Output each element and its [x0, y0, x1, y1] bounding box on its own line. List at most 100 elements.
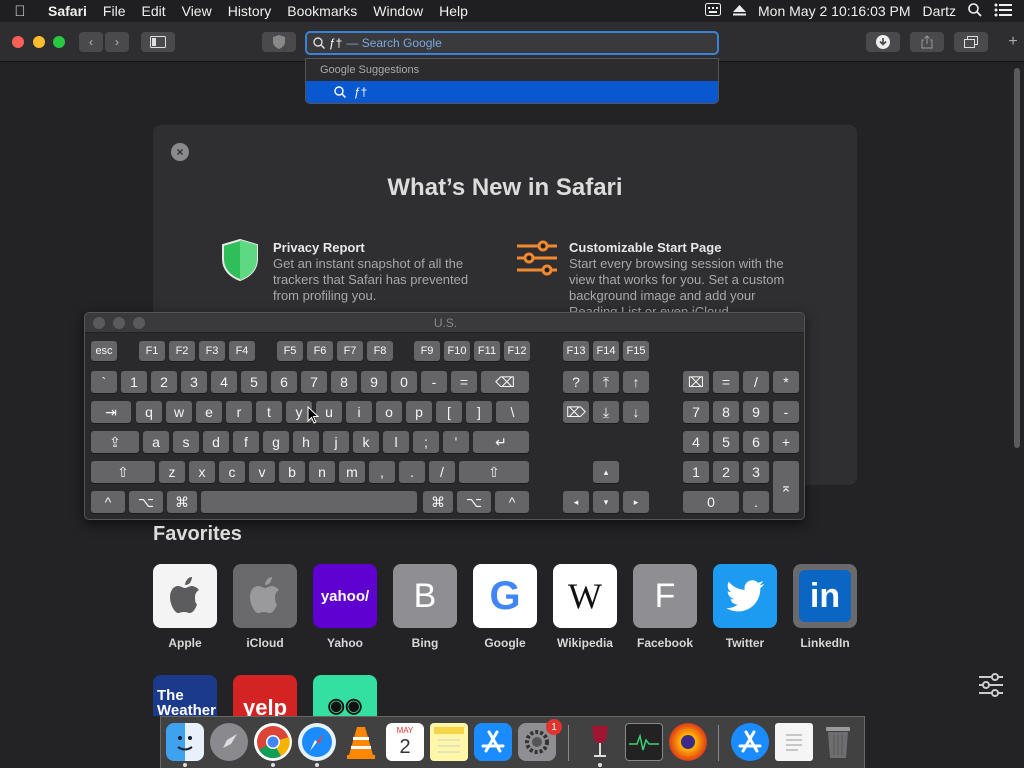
wine-icon[interactable]	[581, 723, 619, 761]
key-e[interactable]: e	[196, 401, 222, 423]
key-page-down[interactable]: ↓	[623, 401, 649, 423]
favorite-bing[interactable]: B Bing	[393, 564, 457, 650]
favorite-wikipedia[interactable]: W Wikipedia	[553, 564, 617, 650]
key-n[interactable]: n	[309, 461, 335, 483]
share-button[interactable]	[910, 32, 944, 52]
privacy-report-button[interactable]	[262, 32, 296, 52]
menu-file[interactable]: File	[95, 0, 134, 22]
sidebar-button[interactable]	[141, 32, 175, 52]
keyboard-minimize-button[interactable]	[113, 317, 125, 329]
menubar-clock[interactable]: Mon May 2 10:16:03 PM	[758, 3, 911, 19]
favorite-tripadvisor[interactable]: ◉◉	[313, 675, 377, 716]
key-page-up[interactable]: ↑	[623, 371, 649, 393]
back-button[interactable]: ‹	[79, 32, 103, 52]
keyboard-zoom-button[interactable]	[133, 317, 145, 329]
key-left-bracket[interactable]: [	[436, 401, 462, 423]
key-6[interactable]: 6	[271, 371, 297, 393]
key-s[interactable]: s	[173, 431, 199, 453]
eject-icon[interactable]	[733, 3, 747, 19]
menu-app-name[interactable]: Safari	[40, 0, 95, 22]
key-slash[interactable]: /	[429, 461, 455, 483]
menu-view[interactable]: View	[174, 0, 220, 22]
key-f10[interactable]: F10	[444, 341, 470, 361]
key-f14[interactable]: F14	[593, 341, 619, 361]
key-right-shift[interactable]: ⇧	[459, 461, 529, 483]
key-num-5[interactable]: 5	[713, 431, 739, 453]
key-7[interactable]: 7	[301, 371, 327, 393]
favorite-google[interactable]: G Google	[473, 564, 537, 650]
key-return[interactable]: ↵	[473, 431, 529, 453]
key-a[interactable]: a	[143, 431, 169, 453]
calendar-icon[interactable]: MAY 2	[386, 723, 424, 761]
key-f7[interactable]: F7	[337, 341, 363, 361]
key-num-3[interactable]: 3	[743, 461, 769, 483]
key-h[interactable]: h	[293, 431, 319, 453]
keyboard-viewer-icon[interactable]	[705, 3, 722, 19]
key-num-2[interactable]: 2	[713, 461, 739, 483]
launchpad-icon[interactable]	[210, 723, 248, 761]
menu-help[interactable]: Help	[431, 0, 476, 22]
tab-overview-button[interactable]	[954, 32, 988, 52]
keyboard-viewer-title[interactable]: U.S.	[85, 313, 804, 333]
key-x[interactable]: x	[189, 461, 215, 483]
key-left-command[interactable]: ⌘	[167, 491, 197, 513]
key-f3[interactable]: F3	[199, 341, 225, 361]
key-num-8[interactable]: 8	[713, 401, 739, 423]
menu-edit[interactable]: Edit	[133, 0, 173, 22]
key-arrow-right[interactable]: ▸	[623, 491, 649, 513]
key-num-divide[interactable]: /	[743, 371, 769, 393]
notification-center-icon[interactable]	[994, 3, 1012, 20]
key-0[interactable]: 0	[391, 371, 417, 393]
key-right-control[interactable]: ^	[495, 491, 529, 513]
key-num-enter[interactable]: ⌅	[773, 461, 799, 513]
key-left-shift[interactable]: ⇧	[91, 461, 155, 483]
key-t[interactable]: t	[256, 401, 282, 423]
key-f5[interactable]: F5	[277, 341, 303, 361]
menu-history[interactable]: History	[220, 0, 280, 22]
keyboard-viewer-window[interactable]: U.S. esc F1 F2 F3 F4 F5 F6 F7 F8 F9 F10 …	[84, 312, 805, 520]
key-f8[interactable]: F8	[367, 341, 393, 361]
firefox-icon[interactable]	[669, 723, 707, 761]
key-f9[interactable]: F9	[414, 341, 440, 361]
system-preferences-icon[interactable]: 1	[518, 719, 562, 761]
notes-icon[interactable]	[430, 723, 468, 761]
key-k[interactable]: k	[353, 431, 379, 453]
activity-monitor-icon[interactable]	[625, 723, 663, 761]
key-right-option[interactable]: ⌥	[457, 491, 491, 513]
key-backslash[interactable]: \	[496, 401, 529, 423]
favorite-yahoo[interactable]: yahoo/ Yahoo	[313, 564, 377, 650]
app-store-icon[interactable]	[474, 723, 512, 761]
key-w[interactable]: w	[166, 401, 192, 423]
key-f4[interactable]: F4	[229, 341, 255, 361]
key-num-4[interactable]: 4	[683, 431, 709, 453]
key-u[interactable]: u	[316, 401, 342, 423]
start-page-settings-icon[interactable]	[978, 672, 1004, 698]
key-arrow-down[interactable]: ▾	[593, 491, 619, 513]
key-f6[interactable]: F6	[307, 341, 333, 361]
suggestion-item[interactable]: ƒ†	[306, 81, 718, 103]
finder-icon[interactable]	[166, 723, 204, 761]
key-o[interactable]: o	[376, 401, 402, 423]
favorite-apple[interactable]: Apple	[153, 564, 217, 650]
key-num-clear[interactable]: ⌧	[683, 371, 709, 393]
key-f11[interactable]: F11	[474, 341, 500, 361]
key-z[interactable]: z	[159, 461, 185, 483]
key-f2[interactable]: F2	[169, 341, 195, 361]
key-b[interactable]: b	[279, 461, 305, 483]
key-f13[interactable]: F13	[563, 341, 589, 361]
key-right-bracket[interactable]: ]	[466, 401, 492, 423]
key-num-1[interactable]: 1	[683, 461, 709, 483]
document-icon[interactable]	[775, 723, 813, 761]
downloads-button[interactable]	[866, 32, 900, 52]
key-home[interactable]: ⤒	[593, 371, 619, 393]
key-num-7[interactable]: 7	[683, 401, 709, 423]
chrome-icon[interactable]	[254, 723, 292, 761]
new-tab-button[interactable]: +	[1002, 22, 1024, 62]
favorite-the-weather[interactable]: The Weather	[153, 675, 217, 716]
key-i[interactable]: i	[346, 401, 372, 423]
menu-window[interactable]: Window	[365, 0, 431, 22]
key-period[interactable]: .	[399, 461, 425, 483]
zoom-window-button[interactable]	[53, 36, 65, 48]
favorite-twitter[interactable]: Twitter	[713, 564, 777, 650]
key-d[interactable]: d	[203, 431, 229, 453]
